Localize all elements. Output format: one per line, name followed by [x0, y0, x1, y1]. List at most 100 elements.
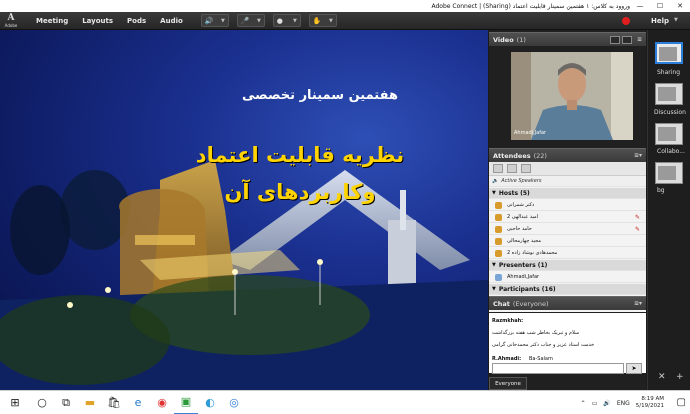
webcam-icon: ● — [276, 16, 283, 25]
list-item[interactable]: مجید چهارمحالی — [489, 236, 646, 247]
menu-pods[interactable]: Pods — [127, 17, 146, 25]
clock-time: 8:19 AM — [641, 396, 664, 402]
edge-icon[interactable]: e — [126, 391, 150, 414]
list-item[interactable]: Ahmadi,Jafar — [489, 272, 646, 283]
pod-menu-icon[interactable]: ≡ — [637, 36, 642, 43]
menu-audio[interactable]: Audio — [160, 17, 183, 25]
microphone-button[interactable]: 🎤 ▼ — [236, 14, 265, 27]
list-item[interactable]: محمدهادی نوشاد زاده 2 — [489, 248, 646, 259]
clock[interactable]: 8:19 AM 5/19/2021 — [636, 396, 670, 410]
search-icon[interactable]: ○ — [30, 391, 54, 414]
maximize-icon[interactable]: ☐ — [650, 0, 670, 12]
tools-icon[interactable]: ✕ — [658, 372, 666, 382]
chat-message: Ba-Salam — [529, 356, 553, 362]
collapse-icon: ▼ — [492, 190, 496, 196]
mic-muted-icon: ✎ — [634, 213, 640, 221]
attendee-name: دکتر شمرانی — [507, 202, 535, 208]
layout-thumb-sharing[interactable] — [655, 42, 683, 64]
status-icon[interactable] — [521, 164, 531, 173]
hosts-group-header[interactable]: ▼ Hosts (5) — [489, 188, 646, 199]
slide-subtitle: هفتمین سمینار تخصصی — [242, 88, 398, 103]
chat-tab-label: Everyone — [495, 380, 521, 387]
active-speakers-label: Active Speakers — [501, 178, 542, 184]
layout-thumb-discussion[interactable] — [655, 83, 683, 105]
raise-hand-button[interactable]: ✋ ▼ — [308, 14, 337, 27]
active-speakers-row: 🔈 Active Speakers — [489, 176, 646, 187]
list-item[interactable]: دکتر شمرانی — [489, 200, 646, 211]
chat-sender: Razmkhah: — [492, 318, 524, 324]
attendee-name: مجید چهارمحالی — [507, 238, 542, 244]
close-icon[interactable]: ✕ — [670, 0, 690, 12]
menu-help[interactable]: Help — [651, 17, 669, 25]
attendees-pod-title: Attendees — [493, 151, 531, 160]
presenters-group-header[interactable]: ▼ Presenters (1) — [489, 260, 646, 271]
chevron-down-icon: ▼ — [256, 17, 261, 24]
list-item[interactable]: حامد حاجبی ✎ — [489, 224, 646, 235]
participants-group-header[interactable]: ▼ Participants (16) — [489, 284, 646, 295]
connect-app-icon[interactable]: ▣ — [174, 391, 198, 414]
video-pod-title: Video — [493, 35, 514, 44]
adobe-logo-letter: A — [7, 12, 15, 23]
minimize-icon[interactable]: — — [630, 0, 650, 12]
chat-input[interactable] — [492, 363, 624, 374]
chrome-icon[interactable]: ◉ — [150, 391, 174, 414]
pod-menu-icon[interactable]: ≡▾ — [634, 152, 642, 159]
tray-chevron-icon[interactable]: ⌃ — [581, 400, 586, 407]
host-icon — [495, 225, 502, 233]
speaker-icon: 🔈 — [492, 178, 499, 184]
video-participant-name: Ahmadi,Jafar — [514, 130, 547, 136]
pod-menu-icon[interactable]: ≡▾ — [634, 300, 642, 307]
webcam-button[interactable]: ● ▼ — [272, 14, 301, 27]
task-view-icon[interactable]: ⧉ — [54, 391, 78, 414]
attendee-name: Ahmadi,Jafar — [507, 274, 540, 280]
chevron-down-icon: ▼ — [328, 17, 333, 24]
start-icon[interactable]: ⊞ — [0, 391, 30, 414]
menu-bar: A Adobe Meeting Layouts Pods Audio 🔊 ▼ 🎤 ▼… — [0, 12, 690, 30]
language-indicator[interactable]: ENG — [617, 400, 630, 407]
chat-tab-everyone[interactable]: Everyone — [489, 377, 527, 390]
list-view-icon[interactable] — [493, 164, 503, 173]
speaker-button[interactable]: 🔊 ▼ — [200, 14, 229, 27]
breakout-icon[interactable] — [507, 164, 517, 173]
microphone-icon: 🎤 — [240, 16, 250, 25]
host-icon — [495, 201, 502, 209]
window-controls: — ☐ ✕ — [630, 0, 690, 12]
layout-thumb-bg[interactable] — [655, 162, 683, 184]
chat-send-button[interactable]: ➤ — [626, 363, 642, 374]
layout-label: bg — [657, 187, 665, 194]
attendee-name: حامد حاجبی — [507, 226, 532, 232]
help-chevron-icon[interactable]: ▼ — [674, 17, 678, 23]
chat-pod-header: Chat (Everyone) ≡▾ — [489, 296, 646, 310]
filmstrip-view-icon[interactable] — [622, 36, 632, 44]
system-tray: ⌃ ▭ 🔊 ENG 8:19 AM 5/19/2021 — [581, 391, 690, 414]
chevron-down-icon: ▼ — [220, 17, 225, 24]
chat-pod-title: Chat — [493, 299, 510, 308]
volume-icon[interactable]: 🔊 — [603, 400, 610, 407]
layouts-sidebar: Sharing Discussion Collabo... bg ✕ + — [647, 30, 690, 390]
menu-layouts[interactable]: Layouts — [82, 17, 113, 25]
video-pod-header: Video (1) ≡ — [489, 32, 646, 46]
layout-label: Collabo... — [657, 148, 685, 155]
file-explorer-icon[interactable]: ▬ — [78, 391, 102, 414]
list-item[interactable]: امید عبدالهی 2 ✎ — [489, 212, 646, 223]
chat-message: خدمت استاد عزیز و جناب دکتر محمدخانی گرا… — [492, 342, 595, 348]
notifications-icon[interactable]: ▢ — [677, 397, 686, 408]
edge-new-icon[interactable]: ◐ — [198, 391, 222, 414]
network-icon[interactable]: ▭ — [592, 400, 598, 407]
video-feed — [511, 52, 633, 140]
hand-icon: ✋ — [312, 16, 322, 25]
presenters-label: Presenters (1) — [498, 261, 548, 269]
layout-thumb-collaboration[interactable] — [655, 123, 683, 145]
chrome-icon-2[interactable]: ◎ — [222, 391, 246, 414]
grid-view-icon[interactable] — [610, 36, 620, 44]
store-icon[interactable]: 🛍 — [102, 391, 126, 414]
attendees-list: 🔈 Active Speakers ▼ Hosts (5) دکتر شمران… — [489, 162, 646, 312]
collapse-icon: ▼ — [492, 262, 496, 268]
record-indicator-icon[interactable] — [622, 17, 630, 25]
add-layout-icon[interactable]: + — [676, 372, 684, 382]
layout-label: Sharing — [657, 69, 681, 76]
attendees-toolbar — [489, 162, 646, 176]
clock-date: 5/19/2021 — [635, 403, 664, 409]
speaker-icon: 🔊 — [204, 16, 214, 25]
menu-meeting[interactable]: Meeting — [36, 17, 68, 25]
